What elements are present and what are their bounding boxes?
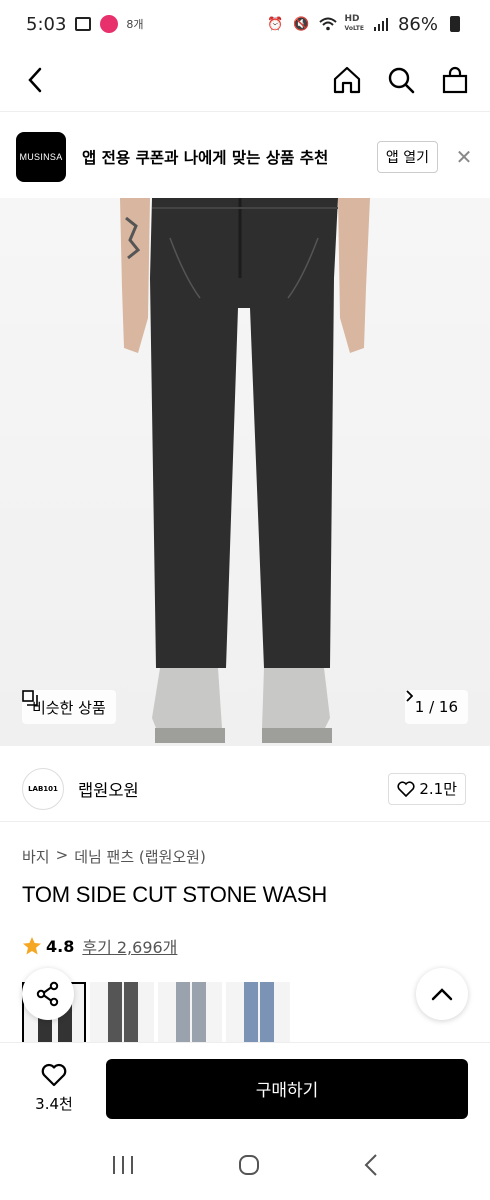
breadcrumb: 바지 > 데님 팬츠 (랩원오원) <box>22 846 206 867</box>
brand-like-count: 2.1만 <box>419 780 457 798</box>
heart-icon <box>397 780 415 797</box>
brand-logo[interactable]: LAB101 <box>22 767 64 810</box>
breadcrumb-category[interactable]: 바지 <box>22 846 50 867</box>
photo-icon <box>74 16 92 32</box>
recent-apps-button[interactable] <box>111 1154 135 1180</box>
chevron-right-icon <box>406 690 413 702</box>
jeans-photo <box>120 198 370 743</box>
battery-icon <box>446 16 464 32</box>
home-button[interactable] <box>332 65 362 95</box>
image-page-counter[interactable]: 1 / 16 <box>404 690 468 724</box>
buy-button[interactable]: 구매하기 <box>106 1058 468 1119</box>
brand-like-button[interactable]: 2.1만 <box>388 772 466 805</box>
chevron-left-icon <box>28 67 42 92</box>
battery-percent: 86% <box>397 13 438 35</box>
back-nav-button[interactable] <box>363 1153 379 1181</box>
share-button[interactable] <box>22 968 74 1020</box>
open-app-button[interactable]: 앱 열기 <box>376 141 438 173</box>
breadcrumb-separator: > <box>55 846 69 864</box>
close-icon[interactable]: ✕ <box>454 145 474 169</box>
musinsa-logo: MUSINSA <box>16 132 66 182</box>
hd-voice-label: HD VoLTE <box>344 14 364 33</box>
purchase-bar: 3.4천 구매하기 <box>0 1042 490 1134</box>
home-icon <box>333 66 361 93</box>
rating-score: 4.8 <box>46 936 75 956</box>
product-image-carousel[interactable]: 비슷한 상품 1 / 16 <box>0 198 490 746</box>
product-title: TOM SIDE CUT STONE WASH <box>22 882 328 907</box>
app-promo-banner: MUSINSA 앱 전용 쿠폰과 나에게 맞는 상품 추천 앱 열기 ✕ <box>0 124 490 190</box>
wishlist-count: 3.4천 <box>35 1095 73 1113</box>
breadcrumb-subcategory[interactable]: 데님 팬츠 (랩원오원) <box>74 846 206 867</box>
thumbnail-option[interactable] <box>226 982 290 1042</box>
search-icon <box>388 67 415 93</box>
star-icon <box>23 937 41 955</box>
search-button[interactable] <box>386 65 416 95</box>
wishlist-button[interactable]: 3.4천 <box>30 1063 78 1114</box>
status-time: 5:03 <box>26 13 67 35</box>
similar-products-label: 비슷한 상품 <box>32 698 106 717</box>
banner-message: 앱 전용 쿠폰과 나에게 맞는 상품 추천 <box>82 149 329 167</box>
android-navigation-bar <box>0 1134 490 1200</box>
wifi-icon <box>318 16 337 32</box>
mini-notification-label: 8개 <box>126 18 144 31</box>
cart-button[interactable] <box>440 65 470 95</box>
thumbnail-option[interactable] <box>90 982 154 1042</box>
signal-icon <box>372 16 390 32</box>
recent-apps-icon <box>113 1156 133 1174</box>
chevron-up-icon <box>431 988 453 1001</box>
musinsa-notification-icon <box>100 15 119 33</box>
brand-row[interactable]: LAB101 랩원오원 2.1만 <box>0 756 490 822</box>
rating-row: 4.8 후기 2,696개 <box>22 934 177 958</box>
shopping-bag-icon <box>442 66 468 93</box>
share-icon <box>36 981 59 1007</box>
back-arrow-icon <box>364 1154 377 1176</box>
scroll-top-button[interactable] <box>416 968 468 1020</box>
similar-products-button[interactable]: 비슷한 상품 <box>22 690 116 724</box>
thumbnail-option[interactable] <box>158 982 222 1042</box>
home-circle-icon <box>239 1155 259 1175</box>
review-count-link[interactable]: 후기 2,696개 <box>82 934 177 958</box>
back-button[interactable] <box>20 65 50 95</box>
page-counter-text: 1 / 16 <box>414 698 458 716</box>
alarm-icon: ⏰ <box>267 16 284 32</box>
mute-icon: 🔇 <box>293 16 310 32</box>
top-navigation <box>0 48 490 112</box>
home-nav-button[interactable] <box>237 1153 261 1181</box>
brand-name[interactable]: 랩원오원 <box>78 777 388 801</box>
heart-icon <box>41 1063 67 1087</box>
status-bar: 5:03 8개 ⏰ 🔇 HD VoLTE 86% <box>0 0 490 48</box>
copy-icon <box>22 690 38 706</box>
